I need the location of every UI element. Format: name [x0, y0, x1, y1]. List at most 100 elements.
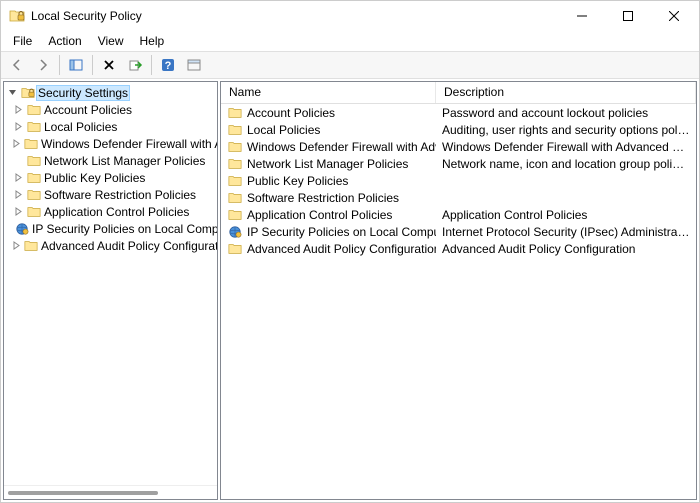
folder-icon: [26, 120, 42, 134]
list-row[interactable]: Public Key Policies: [221, 172, 696, 189]
tree-item[interactable]: Local Policies: [4, 118, 217, 135]
cell-name: Advanced Audit Policy Configuration: [221, 242, 436, 256]
window-controls: [559, 1, 697, 31]
tree-item[interactable]: Windows Defender Firewall with Advanced …: [4, 135, 217, 152]
menu-view[interactable]: View: [90, 32, 132, 50]
folder-icon: [227, 191, 243, 205]
cell-description: Internet Protocol Security (IPsec) Admin…: [436, 225, 696, 239]
cell-name: Public Key Policies: [221, 174, 436, 188]
tree-item-label: Public Key Policies: [42, 171, 147, 185]
cell-name: Network List Manager Policies: [221, 157, 436, 171]
tree-item-label: Advanced Audit Policy Configuration: [39, 239, 217, 253]
list-row[interactable]: IP Security Policies on Local ComputerIn…: [221, 223, 696, 240]
tree-item-label: Windows Defender Firewall with Advanced …: [39, 137, 217, 151]
toolbar-separator: [59, 55, 60, 75]
tree-item[interactable]: Software Restriction Policies: [4, 186, 217, 203]
toolbar-separator: [92, 55, 93, 75]
folder-icon: [227, 106, 243, 120]
menu-file[interactable]: File: [5, 32, 40, 50]
folder-icon: [26, 205, 42, 219]
tree-pane: Security Settings Account Policies Local …: [3, 81, 218, 500]
tree-item[interactable]: Application Control Policies: [4, 203, 217, 220]
expand-icon[interactable]: [12, 121, 24, 133]
cell-name: Account Policies: [221, 106, 436, 120]
cell-name-text: Public Key Policies: [247, 174, 348, 188]
cell-name-text: Windows Defender Firewall with Advanced …: [247, 140, 436, 154]
cell-name: Software Restriction Policies: [221, 191, 436, 205]
tree-item[interactable]: Advanced Audit Policy Configuration: [4, 237, 217, 254]
tree-item[interactable]: Network List Manager Policies: [4, 152, 217, 169]
cell-name: Application Control Policies: [221, 208, 436, 222]
ipsec-icon: [14, 222, 30, 236]
cell-name: Windows Defender Firewall with Advanced …: [221, 140, 436, 154]
column-header-name[interactable]: Name: [221, 82, 436, 103]
expand-icon[interactable]: [12, 104, 24, 116]
close-button[interactable]: [651, 1, 697, 31]
help-button[interactable]: ?: [156, 53, 180, 77]
cell-name-text: Network List Manager Policies: [247, 157, 408, 171]
expand-icon[interactable]: [12, 189, 24, 201]
tree-item[interactable]: Public Key Policies: [4, 169, 217, 186]
column-header-description[interactable]: Description: [436, 82, 696, 103]
list-row[interactable]: Advanced Audit Policy ConfigurationAdvan…: [221, 240, 696, 257]
list-row[interactable]: Local Policies Auditing, user rights and …: [221, 121, 696, 138]
svg-text:?: ?: [165, 60, 172, 72]
list-row[interactable]: Windows Defender Firewall with Advanced …: [221, 138, 696, 155]
cell-name-text: Software Restriction Policies: [247, 191, 399, 205]
ipsec-icon: [227, 225, 243, 239]
expand-icon[interactable]: [12, 240, 21, 252]
tree-item-label: Account Policies: [42, 103, 134, 117]
folder-icon: [227, 140, 243, 154]
titlebar: Local Security Policy: [1, 1, 699, 31]
list-row[interactable]: Account Policies Password and account loc…: [221, 104, 696, 121]
horizontal-scrollbar[interactable]: [4, 485, 217, 499]
cell-name-text: Advanced Audit Policy Configuration: [247, 242, 436, 256]
forward-button[interactable]: [31, 53, 55, 77]
folder-icon: [26, 188, 42, 202]
tree-root[interactable]: Security Settings: [4, 84, 217, 101]
cell-description: Password and account lockout policies: [436, 106, 696, 120]
expand-icon[interactable]: [12, 138, 21, 150]
tree-item-label: Application Control Policies: [42, 205, 191, 219]
expand-icon[interactable]: [12, 206, 24, 218]
minimize-button[interactable]: [559, 1, 605, 31]
folder-icon: [227, 157, 243, 171]
expand-icon[interactable]: [12, 172, 24, 184]
cell-name-text: Local Policies: [247, 123, 320, 137]
delete-button[interactable]: [97, 53, 121, 77]
list-row[interactable]: Network List Manager PoliciesNetwork nam…: [221, 155, 696, 172]
collapse-icon[interactable]: [6, 87, 18, 99]
folder-icon: [23, 137, 39, 151]
menu-help[interactable]: Help: [132, 32, 173, 50]
scrollbar-thumb[interactable]: [8, 491, 158, 495]
back-button[interactable]: [5, 53, 29, 77]
tree[interactable]: Security Settings Account Policies Local …: [4, 82, 217, 485]
list-body[interactable]: Account Policies Password and account loc…: [221, 104, 696, 499]
cell-description: Auditing, user rights and security optio…: [436, 123, 696, 137]
folder-icon: [26, 171, 42, 185]
list-row[interactable]: Software Restriction Policies: [221, 189, 696, 206]
list-header: Name Description: [221, 82, 696, 104]
cell-name-text: Account Policies: [247, 106, 335, 120]
tree-item-label: IP Security Policies on Local Computer: [30, 222, 217, 236]
export-button[interactable]: [123, 53, 147, 77]
maximize-button[interactable]: [605, 1, 651, 31]
tree-item[interactable]: Account Policies: [4, 101, 217, 118]
show-hide-tree-button[interactable]: [64, 53, 88, 77]
tree-item[interactable]: IP Security Policies on Local Computer: [4, 220, 217, 237]
folder-icon: [26, 154, 42, 168]
folder-icon: [227, 174, 243, 188]
menu-action[interactable]: Action: [40, 32, 89, 50]
menubar: File Action View Help: [1, 31, 699, 51]
list-row[interactable]: Application Control PoliciesApplication …: [221, 206, 696, 223]
toolbar: ?: [1, 51, 699, 79]
folder-icon: [227, 242, 243, 256]
folder-icon: [26, 103, 42, 117]
cell-description: Application Control Policies: [436, 208, 696, 222]
folder-icon: [227, 123, 243, 137]
cell-description: Advanced Audit Policy Configuration: [436, 242, 696, 256]
cell-name: Local Policies: [221, 123, 436, 137]
tree-item-label: Local Policies: [42, 120, 119, 134]
folder-icon: [23, 239, 39, 253]
properties-button[interactable]: [182, 53, 206, 77]
